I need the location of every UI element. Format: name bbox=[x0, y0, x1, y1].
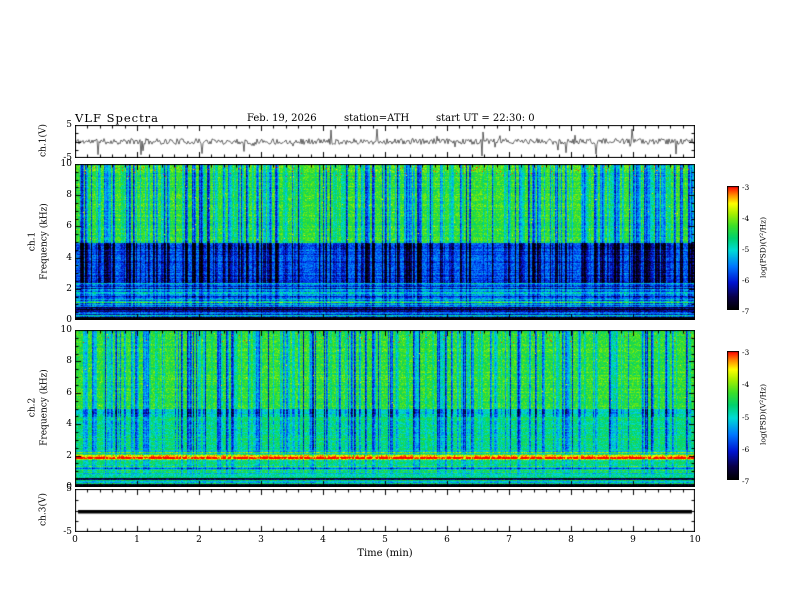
ch3-waveform-panel bbox=[75, 489, 695, 532]
spec1-y-tick-label: 2 bbox=[66, 283, 72, 294]
spec2-y-tick-label: 2 bbox=[66, 450, 72, 461]
colorbar-1-tick-label: -5 bbox=[742, 245, 750, 254]
x-tick-label: 1 bbox=[134, 535, 140, 545]
x-tick-label: 6 bbox=[444, 535, 450, 545]
spec2-y-tick-label: 6 bbox=[66, 387, 72, 398]
colorbar-1-tick-label: -4 bbox=[742, 214, 750, 223]
start-ut-label: start UT = 22:30: 0 bbox=[436, 113, 535, 124]
colorbar-1-tick-label: -7 bbox=[742, 307, 750, 316]
x-tick-label: 7 bbox=[506, 535, 512, 545]
colorbar-1 bbox=[727, 186, 739, 310]
colorbar-2-canvas bbox=[727, 351, 739, 480]
spec1-y-tick-label: 8 bbox=[66, 190, 72, 201]
ch1-waveform-canvas bbox=[75, 125, 695, 158]
spec2-channel-label: ch.2 bbox=[27, 397, 38, 418]
x-tick-label: 10 bbox=[689, 535, 701, 545]
x-tick-label: 8 bbox=[568, 535, 574, 545]
colorbar-2-tick-label: -7 bbox=[742, 477, 750, 486]
ch1-waveform-panel bbox=[75, 125, 695, 158]
ch3-y-tick-label: 5 bbox=[66, 484, 72, 494]
x-tick-label: 4 bbox=[320, 535, 326, 545]
ch1-waveform-y-tick-label: 5 bbox=[66, 120, 72, 130]
ch1-spectrogram-canvas bbox=[75, 164, 695, 320]
ch3-waveform-canvas bbox=[75, 489, 695, 532]
spec2-y-tick-label: 10 bbox=[60, 325, 72, 335]
ch2-spectrogram-canvas bbox=[75, 330, 695, 487]
spec1-channel-label: ch.1 bbox=[27, 231, 38, 252]
ch1-spectrogram-panel bbox=[75, 164, 695, 320]
ch3-y-tick-label: -5 bbox=[63, 527, 72, 537]
page-title: VLF Spectra bbox=[75, 111, 160, 125]
x-tick-label: 2 bbox=[196, 535, 202, 545]
colorbar-2-tick-label: -5 bbox=[742, 412, 750, 422]
x-tick-label: 3 bbox=[258, 535, 264, 545]
spec2-y-tick-label: 8 bbox=[66, 356, 72, 367]
spec2-y-tick-label: 4 bbox=[66, 419, 72, 430]
spec1-y-tick-label: 6 bbox=[66, 221, 72, 232]
ch2-spectrogram-panel bbox=[75, 330, 695, 487]
colorbar-2-tick-label: -6 bbox=[742, 444, 750, 454]
time-axis-label: Time (min) bbox=[357, 548, 413, 559]
colorbar-1-tick-label: -6 bbox=[742, 276, 750, 285]
colorbar-2 bbox=[727, 351, 739, 480]
vlf-spectra-figure: VLF Spectra Feb. 19, 2026 station=ATH st… bbox=[0, 0, 792, 612]
x-tick-label: 9 bbox=[630, 535, 636, 545]
colorbar-1-canvas bbox=[727, 186, 739, 310]
colorbar-2-tick-label: -3 bbox=[742, 348, 750, 357]
spec1-y-tick-label: 4 bbox=[66, 252, 72, 263]
x-tick-label: 5 bbox=[382, 535, 388, 545]
date-label: Feb. 19, 2026 bbox=[247, 113, 317, 124]
colorbar-1-tick-label: -3 bbox=[742, 183, 750, 192]
station-label: station=ATH bbox=[344, 113, 410, 124]
colorbar-2-tick-label: -4 bbox=[742, 380, 750, 390]
ch1-waveform-y-tick-label: -5 bbox=[63, 153, 72, 163]
ch3-voltage-axis-label: ch.3(V) bbox=[38, 493, 49, 526]
